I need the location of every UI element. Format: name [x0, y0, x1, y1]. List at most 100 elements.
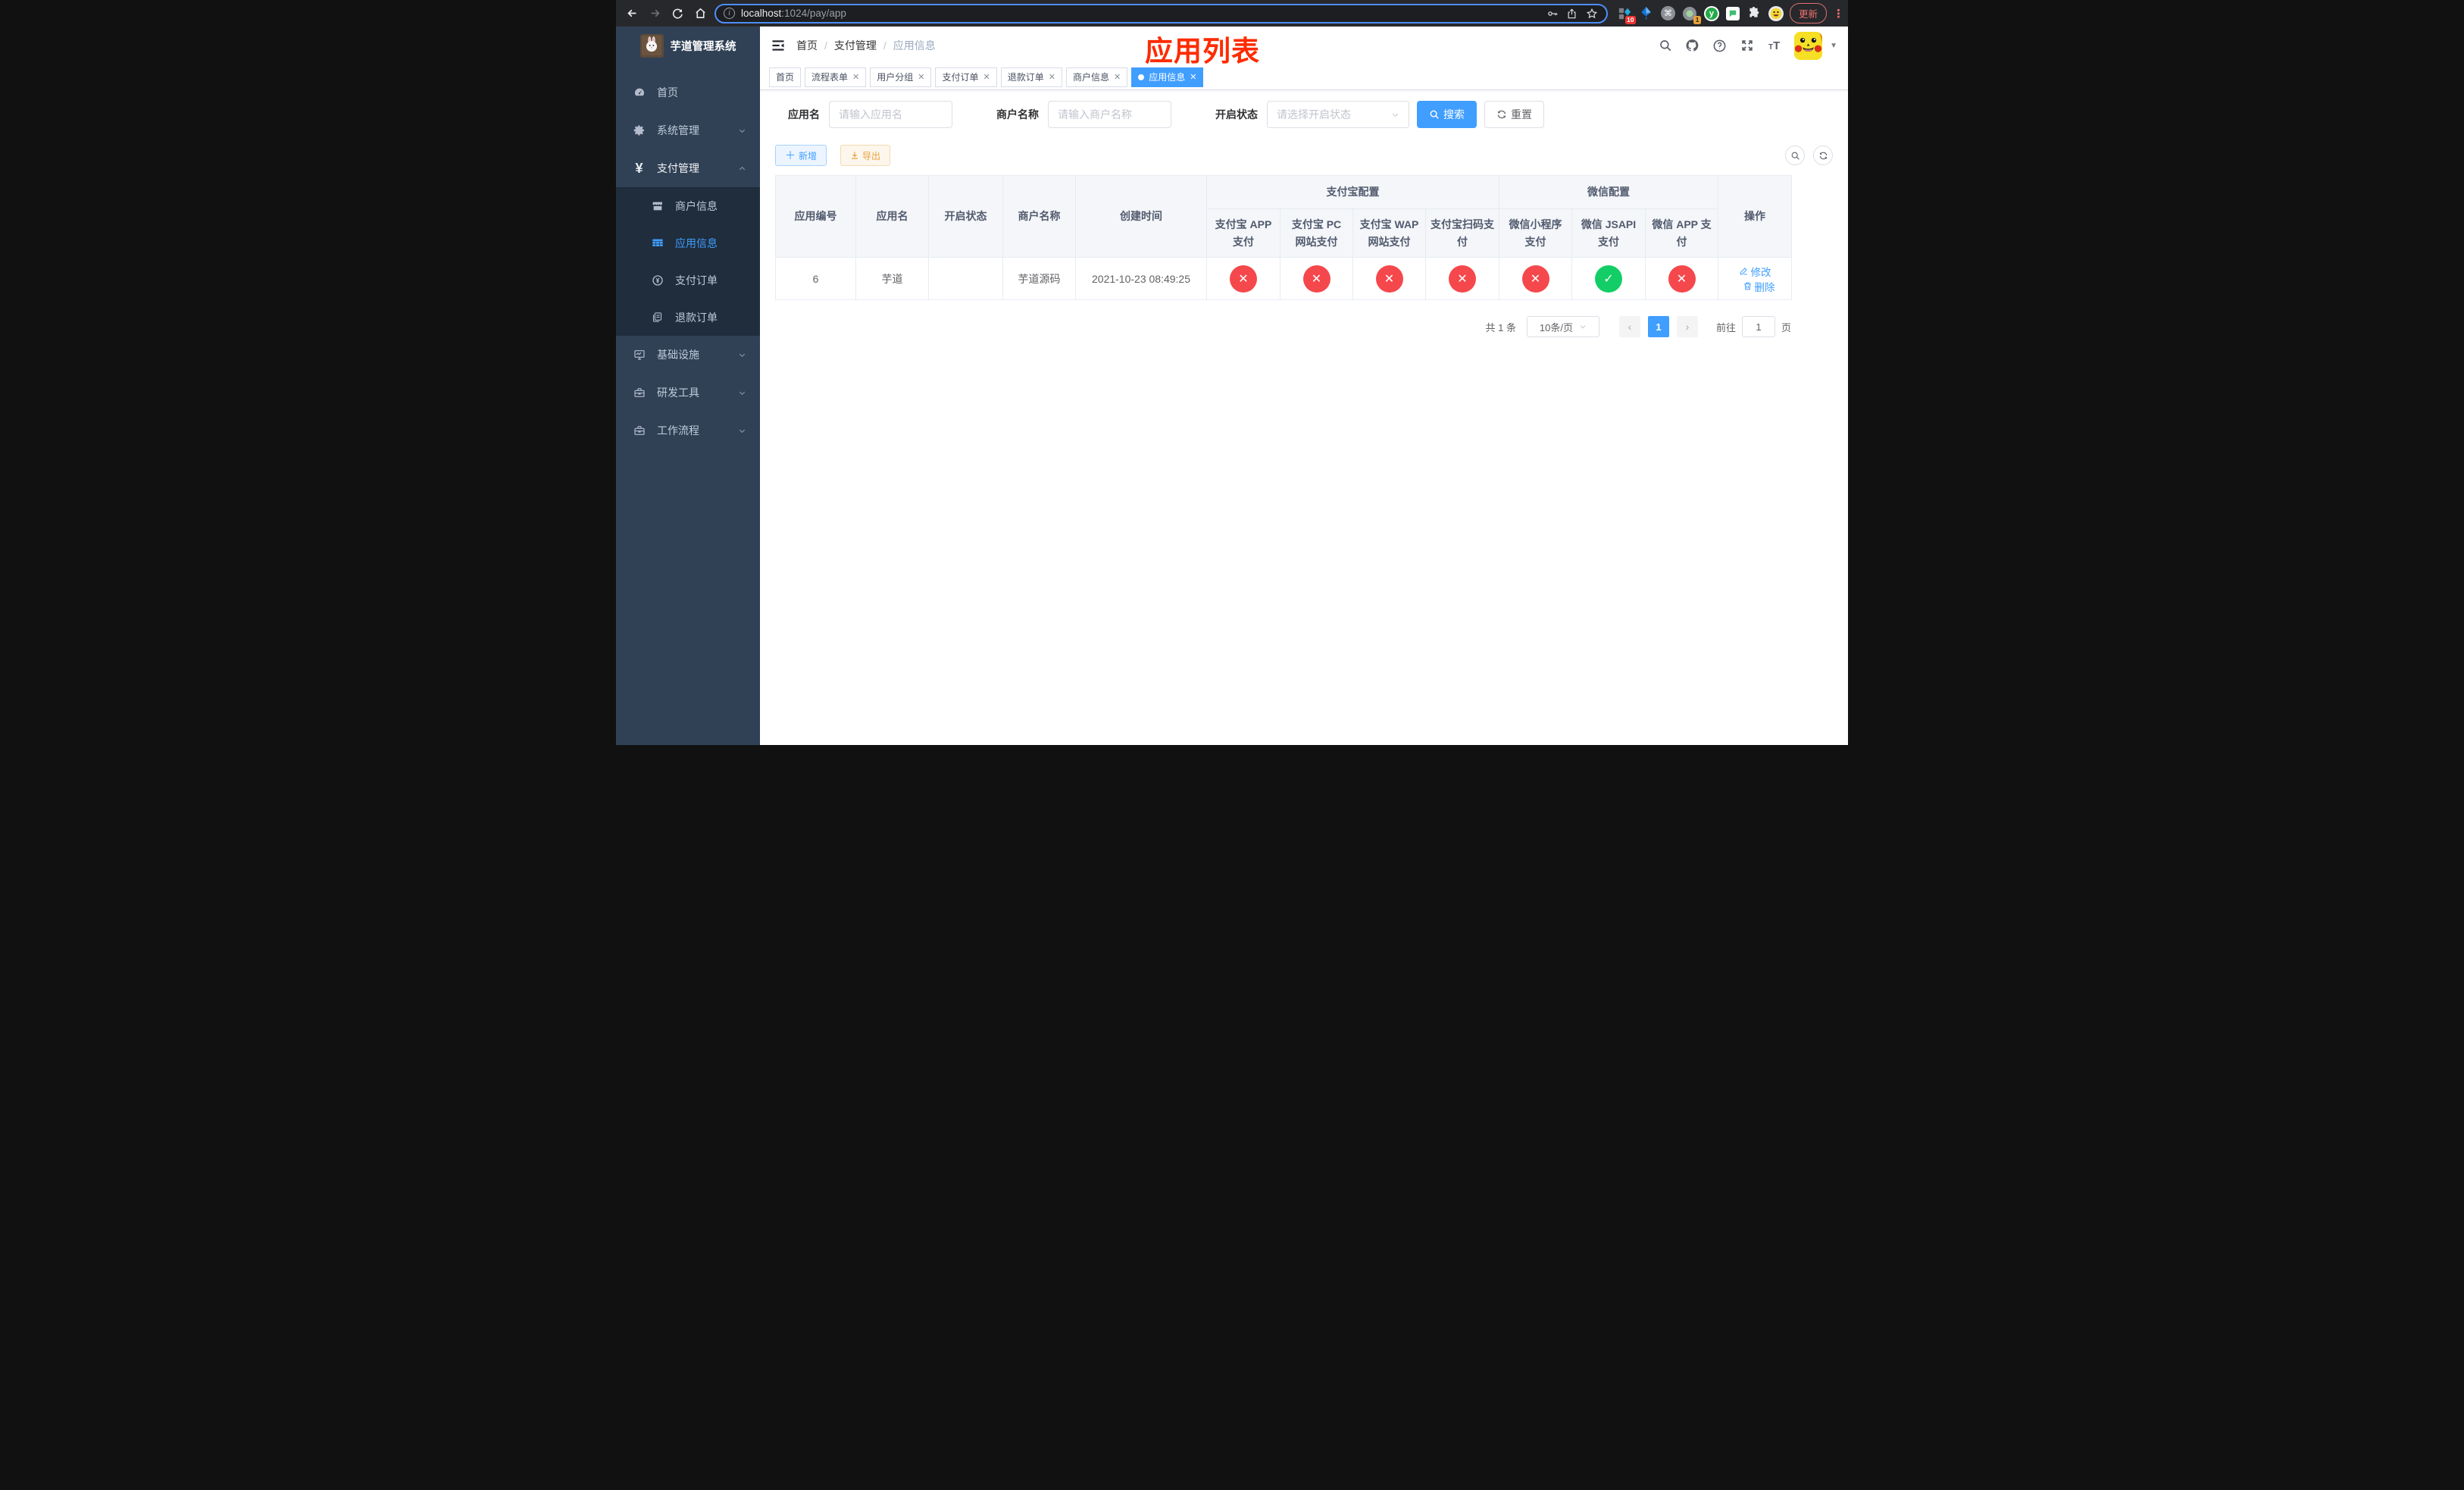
- avatar-caret-icon[interactable]: ▼: [1830, 42, 1837, 50]
- site-info-icon[interactable]: i: [724, 8, 735, 19]
- cell-alipay-app: ✕: [1206, 257, 1280, 300]
- cell-wx-jsapi: ✓: [1571, 257, 1646, 300]
- extension-tiles-icon[interactable]: 10: [1617, 6, 1636, 24]
- browser-update-button[interactable]: 更新: [1789, 3, 1827, 23]
- close-icon[interactable]: ✕: [983, 72, 990, 82]
- close-icon[interactable]: ✕: [852, 72, 859, 82]
- font-size-icon[interactable]: TT: [1767, 39, 1781, 53]
- tag-home[interactable]: 首页: [769, 67, 802, 87]
- close-icon[interactable]: ✕: [918, 72, 924, 82]
- sidebar-fold-icon[interactable]: [771, 38, 786, 53]
- extension-kite-icon[interactable]: [1639, 6, 1654, 21]
- tag-user-group[interactable]: 用户分组 ✕: [870, 67, 932, 87]
- page-number-1[interactable]: 1: [1647, 316, 1669, 337]
- close-icon[interactable]: ✕: [1049, 72, 1055, 82]
- app-logo-row[interactable]: 芋道管理系统: [616, 27, 760, 64]
- plus-icon: ＋: [785, 149, 796, 161]
- cell-app-name: 芋道: [855, 257, 929, 300]
- browser-chrome: i localhost:1024/pay/app 10 ⌘ 1 y 更新 ⋮: [616, 0, 1848, 27]
- home-icon[interactable]: [692, 5, 708, 22]
- table-refresh-button[interactable]: [1813, 146, 1833, 165]
- chevron-down-icon: [738, 127, 746, 135]
- add-button[interactable]: ＋ 新增: [775, 145, 827, 166]
- github-icon[interactable]: [1685, 39, 1699, 53]
- cell-merchant: 芋道源码: [1002, 257, 1076, 300]
- breadcrumb-home[interactable]: 首页: [796, 38, 818, 53]
- back-icon[interactable]: [624, 5, 640, 22]
- close-icon[interactable]: ✕: [1114, 72, 1121, 82]
- col-alipay-pc: 支付宝 PC 网站支付: [1280, 208, 1353, 258]
- bookmark-star-icon[interactable]: [1585, 7, 1599, 20]
- sidebar-item-infrastructure[interactable]: 基础设施: [616, 336, 760, 374]
- cell-wx-app: ✕: [1645, 257, 1718, 300]
- tag-process-form[interactable]: 流程表单 ✕: [805, 67, 867, 87]
- chevron-down-icon: [1579, 323, 1587, 330]
- sidebar-item-label: 首页: [657, 86, 678, 99]
- col-wx-jsapi: 微信 JSAPI 支付: [1571, 208, 1646, 258]
- status-cross-icon: ✕: [1521, 265, 1549, 293]
- extension-puzzle-icon[interactable]: [1746, 6, 1762, 21]
- sidebar-item-payment[interactable]: ¥ 支付管理: [616, 149, 760, 187]
- sidebar-item-pay-order[interactable]: 支付订单: [616, 261, 760, 299]
- password-key-icon[interactable]: [1546, 7, 1559, 20]
- sidebar-item-home[interactable]: 首页: [616, 74, 760, 111]
- tags-bar: 首页 流程表单 ✕ 用户分组 ✕ 支付订单 ✕ 退款订单 ✕ 商户信息 ✕ 应用信息 ✕: [760, 64, 1848, 90]
- sidebar-item-system[interactable]: 系统管理: [616, 111, 760, 149]
- active-dot: [1138, 74, 1145, 80]
- extension-y-icon[interactable]: y: [1703, 5, 1719, 21]
- fullscreen-icon[interactable]: [1740, 39, 1754, 53]
- extension-recorder-icon[interactable]: 1: [1682, 6, 1701, 24]
- sidebar-item-label: 商户信息: [675, 199, 718, 212]
- col-merchant: 商户名称: [1002, 175, 1076, 258]
- reset-button[interactable]: 重置: [1484, 101, 1544, 128]
- close-icon[interactable]: ✕: [1190, 72, 1196, 82]
- search-button[interactable]: 搜索: [1417, 101, 1477, 128]
- sidebar-item-label: 退款订单: [675, 311, 718, 324]
- merchant-name-input[interactable]: [1048, 101, 1171, 128]
- next-page-button[interactable]: ›: [1676, 316, 1698, 337]
- table-row: 6 芋道 芋道源码 2021-10-23 08:49:25 ✕ ✕ ✕ ✕ ✕ …: [775, 257, 1792, 300]
- col-actions: 操作: [1718, 175, 1792, 258]
- help-icon[interactable]: [1712, 39, 1727, 53]
- col-status: 开启状态: [928, 175, 1003, 258]
- edit-link[interactable]: 修改: [1739, 264, 1771, 279]
- col-alipay-app: 支付宝 APP 支付: [1206, 208, 1280, 258]
- documents-icon: [651, 311, 664, 323]
- tag-refund-order[interactable]: 退款订单 ✕: [1000, 67, 1062, 87]
- delete-link[interactable]: 删除: [1743, 279, 1775, 294]
- sidebar-item-workflow[interactable]: 工作流程: [616, 412, 760, 449]
- extension-chat-icon[interactable]: [1725, 6, 1740, 20]
- sidebar-item-app-info[interactable]: 应用信息: [616, 224, 760, 261]
- browser-menu-icon[interactable]: ⋮: [1833, 7, 1844, 20]
- status-select[interactable]: 请选择开启状态: [1267, 101, 1409, 128]
- page-content: 应用名 商户名称 开启状态 请选择开启状态 搜索: [760, 90, 1848, 337]
- export-button[interactable]: 导出: [840, 145, 891, 166]
- app-name-input[interactable]: [829, 101, 952, 128]
- share-icon[interactable]: [1565, 7, 1579, 20]
- col-wx-lite: 微信小程序支付: [1499, 208, 1572, 258]
- tag-pay-order[interactable]: 支付订单 ✕: [935, 67, 997, 87]
- table-search-toggle-button[interactable]: [1785, 146, 1805, 165]
- profile-avatar-icon[interactable]: [1768, 5, 1784, 21]
- goto-page-input[interactable]: [1741, 316, 1775, 337]
- page-title-annotation: 应用列表: [1145, 36, 1260, 67]
- table-tools: [1785, 146, 1833, 165]
- sidebar-item-merchant-info[interactable]: 商户信息: [616, 187, 760, 224]
- breadcrumb-payment[interactable]: 支付管理: [834, 38, 877, 53]
- extension-command-icon[interactable]: ⌘: [1660, 6, 1675, 20]
- chevron-down-icon: [738, 351, 746, 359]
- page-size-select[interactable]: 10条/页: [1526, 316, 1599, 337]
- search-icon[interactable]: [1658, 39, 1672, 53]
- sidebar-item-dev-tools[interactable]: 研发工具: [616, 374, 760, 412]
- tag-merchant-info[interactable]: 商户信息 ✕: [1065, 67, 1128, 87]
- reload-icon[interactable]: [669, 5, 686, 22]
- tag-app-info[interactable]: 应用信息 ✕: [1131, 67, 1204, 87]
- address-bar[interactable]: i localhost:1024/pay/app: [714, 3, 1608, 23]
- sidebar-item-refund-order[interactable]: 退款订单: [616, 299, 760, 336]
- user-avatar[interactable]: [1794, 31, 1823, 60]
- prev-page-button[interactable]: ‹: [1618, 316, 1640, 337]
- status-cross-icon: ✕: [1375, 265, 1403, 293]
- forward-icon[interactable]: [646, 5, 663, 22]
- yen-icon: ¥: [635, 160, 643, 176]
- page-unit-label: 页: [1781, 321, 1791, 333]
